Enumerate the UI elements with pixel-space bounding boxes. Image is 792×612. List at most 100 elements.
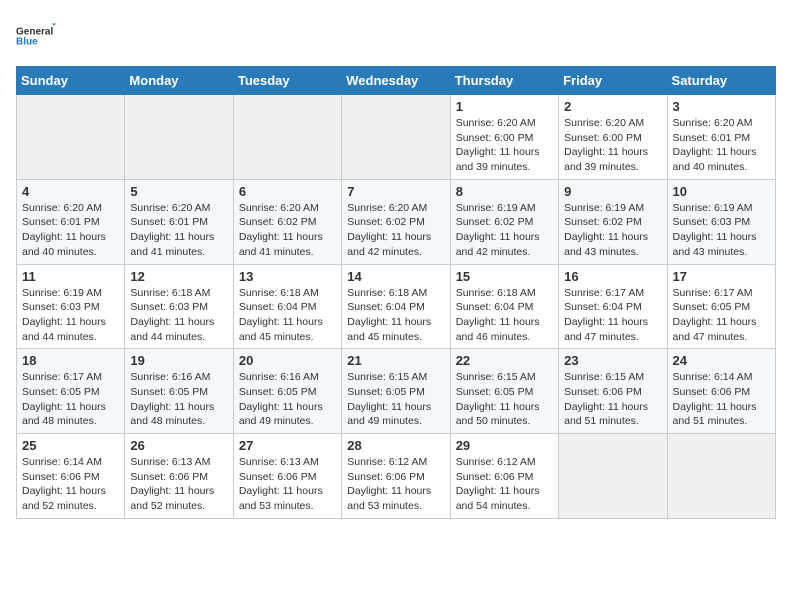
sunset-text: Sunset: 6:01 PM	[673, 132, 751, 144]
day-number: 28	[347, 438, 444, 453]
sunrise-text: Sunrise: 6:15 AM	[564, 371, 644, 383]
daylight-text: Daylight: 11 hours and 51 minutes.	[673, 401, 757, 428]
daylight-text: Daylight: 11 hours and 43 minutes.	[564, 231, 648, 258]
sunset-text: Sunset: 6:05 PM	[130, 386, 208, 398]
day-cell: 23 Sunrise: 6:15 AM Sunset: 6:06 PM Dayl…	[559, 349, 667, 434]
daylight-text: Daylight: 11 hours and 49 minutes.	[239, 401, 323, 428]
sunrise-text: Sunrise: 6:20 AM	[564, 117, 644, 129]
sunset-text: Sunset: 6:05 PM	[239, 386, 317, 398]
day-cell: 4 Sunrise: 6:20 AM Sunset: 6:01 PM Dayli…	[17, 179, 125, 264]
day-cell: 5 Sunrise: 6:20 AM Sunset: 6:01 PM Dayli…	[125, 179, 233, 264]
daylight-text: Daylight: 11 hours and 42 minutes.	[347, 231, 431, 258]
logo-svg: General Blue	[16, 16, 56, 56]
daylight-text: Daylight: 11 hours and 46 minutes.	[456, 316, 540, 343]
sunrise-text: Sunrise: 6:19 AM	[673, 202, 753, 214]
empty-day-cell	[233, 95, 341, 180]
empty-day-cell	[125, 95, 233, 180]
sunset-text: Sunset: 6:02 PM	[456, 216, 534, 228]
sunset-text: Sunset: 6:04 PM	[239, 301, 317, 313]
daylight-text: Daylight: 11 hours and 45 minutes.	[347, 316, 431, 343]
weekday-header-friday: Friday	[559, 67, 667, 95]
logo: General Blue	[16, 16, 56, 56]
sunrise-text: Sunrise: 6:16 AM	[130, 371, 210, 383]
sunset-text: Sunset: 6:05 PM	[347, 386, 425, 398]
day-number: 9	[564, 184, 661, 199]
day-number: 19	[130, 353, 227, 368]
day-number: 13	[239, 269, 336, 284]
day-number: 29	[456, 438, 553, 453]
day-cell: 20 Sunrise: 6:16 AM Sunset: 6:05 PM Dayl…	[233, 349, 341, 434]
calendar-week-row: 18 Sunrise: 6:17 AM Sunset: 6:05 PM Dayl…	[17, 349, 776, 434]
sunrise-text: Sunrise: 6:17 AM	[673, 287, 753, 299]
day-info: Sunrise: 6:14 AM Sunset: 6:06 PM Dayligh…	[673, 370, 770, 429]
day-cell: 29 Sunrise: 6:12 AM Sunset: 6:06 PM Dayl…	[450, 434, 558, 519]
sunset-text: Sunset: 6:04 PM	[564, 301, 642, 313]
day-info: Sunrise: 6:19 AM Sunset: 6:02 PM Dayligh…	[456, 201, 553, 260]
day-info: Sunrise: 6:19 AM Sunset: 6:02 PM Dayligh…	[564, 201, 661, 260]
sunrise-text: Sunrise: 6:15 AM	[347, 371, 427, 383]
daylight-text: Daylight: 11 hours and 49 minutes.	[347, 401, 431, 428]
sunrise-text: Sunrise: 6:15 AM	[456, 371, 536, 383]
daylight-text: Daylight: 11 hours and 43 minutes.	[673, 231, 757, 258]
sunrise-text: Sunrise: 6:18 AM	[130, 287, 210, 299]
sunset-text: Sunset: 6:06 PM	[564, 386, 642, 398]
day-cell: 21 Sunrise: 6:15 AM Sunset: 6:05 PM Dayl…	[342, 349, 450, 434]
day-cell: 28 Sunrise: 6:12 AM Sunset: 6:06 PM Dayl…	[342, 434, 450, 519]
daylight-text: Daylight: 11 hours and 53 minutes.	[347, 485, 431, 512]
day-info: Sunrise: 6:20 AM Sunset: 6:01 PM Dayligh…	[22, 201, 119, 260]
daylight-text: Daylight: 11 hours and 41 minutes.	[239, 231, 323, 258]
sunrise-text: Sunrise: 6:20 AM	[239, 202, 319, 214]
day-number: 12	[130, 269, 227, 284]
day-cell: 27 Sunrise: 6:13 AM Sunset: 6:06 PM Dayl…	[233, 434, 341, 519]
empty-day-cell	[17, 95, 125, 180]
daylight-text: Daylight: 11 hours and 40 minutes.	[22, 231, 106, 258]
sunset-text: Sunset: 6:03 PM	[673, 216, 751, 228]
sunset-text: Sunset: 6:02 PM	[564, 216, 642, 228]
day-number: 10	[673, 184, 770, 199]
day-cell: 25 Sunrise: 6:14 AM Sunset: 6:06 PM Dayl…	[17, 434, 125, 519]
sunset-text: Sunset: 6:04 PM	[347, 301, 425, 313]
day-number: 2	[564, 99, 661, 114]
day-number: 4	[22, 184, 119, 199]
day-info: Sunrise: 6:19 AM Sunset: 6:03 PM Dayligh…	[673, 201, 770, 260]
weekday-header-row: SundayMondayTuesdayWednesdayThursdayFrid…	[17, 67, 776, 95]
daylight-text: Daylight: 11 hours and 40 minutes.	[673, 146, 757, 173]
day-info: Sunrise: 6:15 AM Sunset: 6:05 PM Dayligh…	[347, 370, 444, 429]
daylight-text: Daylight: 11 hours and 50 minutes.	[456, 401, 540, 428]
sunrise-text: Sunrise: 6:18 AM	[347, 287, 427, 299]
calendar-week-row: 25 Sunrise: 6:14 AM Sunset: 6:06 PM Dayl…	[17, 434, 776, 519]
day-cell: 17 Sunrise: 6:17 AM Sunset: 6:05 PM Dayl…	[667, 264, 775, 349]
day-cell: 22 Sunrise: 6:15 AM Sunset: 6:05 PM Dayl…	[450, 349, 558, 434]
day-number: 18	[22, 353, 119, 368]
day-number: 23	[564, 353, 661, 368]
day-number: 5	[130, 184, 227, 199]
sunrise-text: Sunrise: 6:20 AM	[22, 202, 102, 214]
day-info: Sunrise: 6:17 AM Sunset: 6:05 PM Dayligh…	[22, 370, 119, 429]
day-cell: 16 Sunrise: 6:17 AM Sunset: 6:04 PM Dayl…	[559, 264, 667, 349]
day-cell: 24 Sunrise: 6:14 AM Sunset: 6:06 PM Dayl…	[667, 349, 775, 434]
day-info: Sunrise: 6:18 AM Sunset: 6:03 PM Dayligh…	[130, 286, 227, 345]
day-info: Sunrise: 6:15 AM Sunset: 6:06 PM Dayligh…	[564, 370, 661, 429]
daylight-text: Daylight: 11 hours and 45 minutes.	[239, 316, 323, 343]
day-info: Sunrise: 6:14 AM Sunset: 6:06 PM Dayligh…	[22, 455, 119, 514]
day-info: Sunrise: 6:20 AM Sunset: 6:00 PM Dayligh…	[456, 116, 553, 175]
sunset-text: Sunset: 6:03 PM	[130, 301, 208, 313]
day-info: Sunrise: 6:17 AM Sunset: 6:04 PM Dayligh…	[564, 286, 661, 345]
day-info: Sunrise: 6:12 AM Sunset: 6:06 PM Dayligh…	[456, 455, 553, 514]
day-cell: 6 Sunrise: 6:20 AM Sunset: 6:02 PM Dayli…	[233, 179, 341, 264]
weekday-header-sunday: Sunday	[17, 67, 125, 95]
day-info: Sunrise: 6:18 AM Sunset: 6:04 PM Dayligh…	[456, 286, 553, 345]
daylight-text: Daylight: 11 hours and 42 minutes.	[456, 231, 540, 258]
daylight-text: Daylight: 11 hours and 51 minutes.	[564, 401, 648, 428]
day-number: 25	[22, 438, 119, 453]
sunset-text: Sunset: 6:01 PM	[22, 216, 100, 228]
svg-text:General: General	[16, 27, 53, 38]
weekday-header-wednesday: Wednesday	[342, 67, 450, 95]
daylight-text: Daylight: 11 hours and 39 minutes.	[564, 146, 648, 173]
day-info: Sunrise: 6:17 AM Sunset: 6:05 PM Dayligh…	[673, 286, 770, 345]
sunset-text: Sunset: 6:00 PM	[456, 132, 534, 144]
day-info: Sunrise: 6:20 AM Sunset: 6:02 PM Dayligh…	[239, 201, 336, 260]
day-number: 8	[456, 184, 553, 199]
day-cell: 14 Sunrise: 6:18 AM Sunset: 6:04 PM Dayl…	[342, 264, 450, 349]
day-info: Sunrise: 6:13 AM Sunset: 6:06 PM Dayligh…	[130, 455, 227, 514]
